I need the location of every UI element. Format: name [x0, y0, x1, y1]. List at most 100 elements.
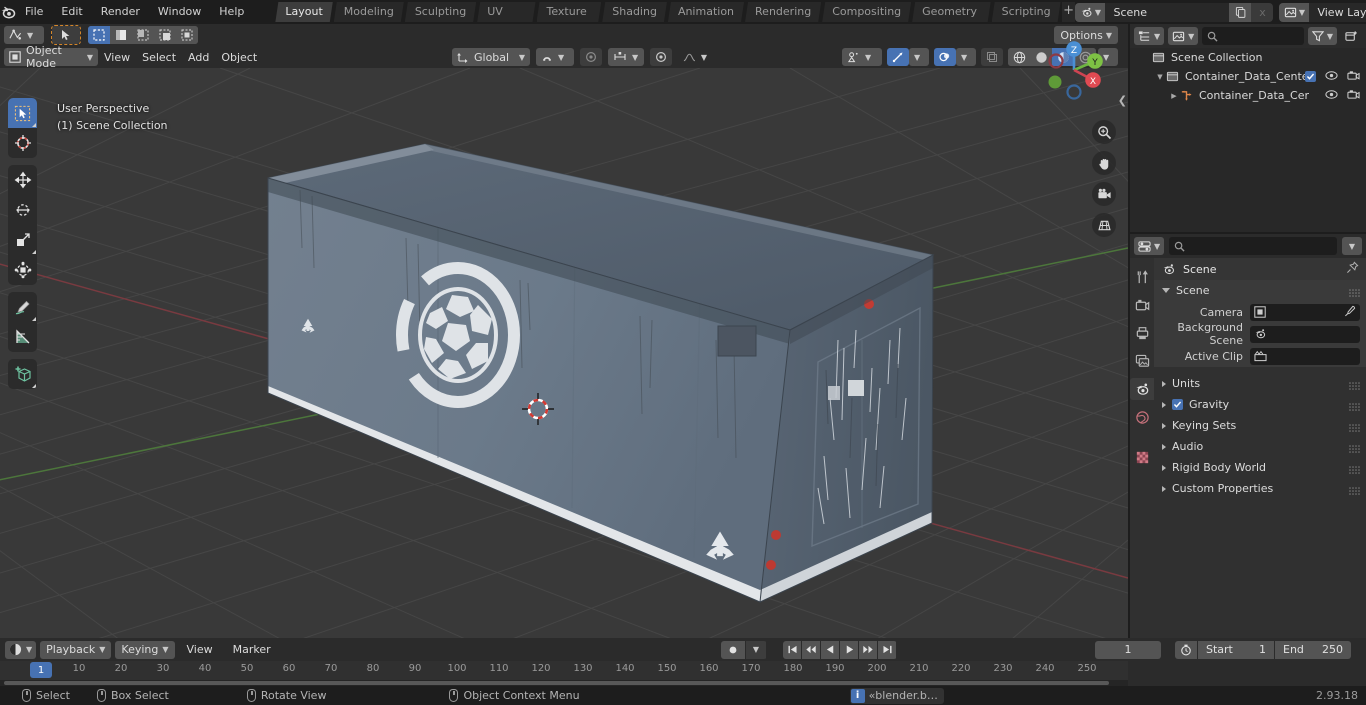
properties-editor[interactable]: ▼ ▼ Scene Scene Camera Background Scene …: [1130, 234, 1366, 638]
active-clip-field[interactable]: [1250, 347, 1360, 365]
timeline-ruler[interactable]: 10 20 30 40 50 60 70 80 90 100 110 120 1…: [0, 661, 1128, 680]
tool-expand-corner[interactable]: [32, 317, 36, 321]
properties-search-input[interactable]: [1169, 237, 1337, 255]
gizmo-options-dropdown[interactable]: ▼: [909, 48, 929, 66]
frame-end-field[interactable]: End 250: [1275, 640, 1351, 659]
eyedropper-icon[interactable]: [1344, 305, 1356, 320]
outliner-row-scene-collection[interactable]: Scene Collection: [1130, 48, 1366, 67]
viewport-3d[interactable]: ▼ Options ▼ Object Mode ▼ View Select Ad…: [0, 24, 1128, 638]
viewport-menu-select[interactable]: Select: [136, 48, 182, 66]
camera-icon[interactable]: [1347, 89, 1360, 103]
jump-to-end-button[interactable]: [878, 640, 896, 659]
properties-tab-texture[interactable]: [1130, 446, 1154, 468]
viewport-menu-object[interactable]: Object: [215, 48, 263, 66]
properties-tab-output[interactable]: [1130, 322, 1154, 344]
chevron-right-icon[interactable]: ▶: [1168, 92, 1180, 100]
panel-grip[interactable]: [1349, 287, 1360, 297]
navigation-gizmo[interactable]: Z Y X: [1036, 32, 1112, 108]
properties-editor-type-selector[interactable]: ▼: [1134, 237, 1165, 255]
panel-custom-properties-header[interactable]: Custom Properties: [1154, 478, 1366, 499]
overlay-options-dropdown[interactable]: ▼: [956, 48, 976, 66]
workspace-tab-uv-editing[interactable]: UV Editing: [477, 2, 535, 22]
viewport-menu-view[interactable]: View: [98, 48, 136, 66]
timeline-menu-keying[interactable]: Keying ▼: [115, 640, 175, 659]
scene-selector[interactable]: ▼ Scene x: [1075, 2, 1274, 22]
properties-tab-render[interactable]: [1130, 294, 1154, 316]
select-intersect-mode-button[interactable]: [176, 26, 198, 44]
scene-icon[interactable]: ▼: [1075, 2, 1106, 22]
proportional-falloff-toggle[interactable]: [650, 48, 672, 66]
menu-render[interactable]: Render: [92, 3, 149, 21]
tool-measure-button[interactable]: [8, 322, 37, 352]
menu-file[interactable]: File: [16, 3, 52, 21]
tool-move-button[interactable]: [8, 165, 37, 195]
workspace-tab-geometry-nodes[interactable]: Geometry Nodes: [912, 2, 991, 22]
use-preview-range-button[interactable]: [1175, 640, 1197, 659]
tool-expand-corner[interactable]: [32, 123, 36, 127]
properties-tab-scene[interactable]: [1130, 378, 1154, 400]
play-button[interactable]: [840, 640, 858, 659]
select-mode-group[interactable]: [88, 26, 198, 44]
properties-tab-view-layer[interactable]: [1130, 350, 1154, 372]
tool-scale-button[interactable]: [8, 225, 37, 255]
outliner-new-collection-button[interactable]: [1341, 27, 1362, 45]
panel-grip[interactable]: [1349, 464, 1360, 474]
timeline-playhead[interactable]: 1: [30, 662, 52, 678]
editor-type-selector[interactable]: ▼: [4, 26, 44, 44]
outliner-row-container-object[interactable]: ▶ Container_Data_Center_S: [1130, 86, 1366, 105]
gravity-checkbox[interactable]: [1172, 399, 1183, 410]
outliner-search-input[interactable]: [1202, 27, 1304, 45]
eye-icon[interactable]: [1325, 89, 1338, 103]
frame-start-field[interactable]: Start 1: [1198, 640, 1274, 659]
status-file-name[interactable]: i «blender.b…: [849, 687, 944, 704]
panel-scene-header[interactable]: Scene: [1154, 280, 1366, 301]
workspace-tab-compositing[interactable]: Compositing: [822, 2, 911, 22]
timeline-menu-view[interactable]: View: [179, 641, 221, 659]
menu-help[interactable]: Help: [210, 3, 253, 21]
workspace-tab-rendering[interactable]: Rendering: [745, 2, 821, 22]
unlink-scene-button[interactable]: x: [1251, 2, 1274, 22]
toggle-ortho-icon[interactable]: [1092, 213, 1116, 237]
pan-hand-icon[interactable]: [1092, 151, 1116, 175]
outliner-editor[interactable]: ▼ ▼ ▼ Scene Collection ▼ Container_Data_…: [1130, 24, 1366, 232]
panel-grip[interactable]: [1349, 485, 1360, 495]
tool-transform-button[interactable]: [8, 255, 37, 285]
add-workspace-button[interactable]: +: [1061, 2, 1076, 22]
timeline-menu-playback[interactable]: Playback ▼: [40, 640, 112, 659]
timeline-scrollbar-thumb[interactable]: [4, 681, 1109, 685]
eye-icon[interactable]: [1325, 70, 1338, 84]
view-layer-selector[interactable]: ▼ View Layer x: [1279, 2, 1366, 22]
jump-to-next-keyframe-button[interactable]: [859, 640, 877, 659]
menu-window[interactable]: Window: [149, 3, 210, 21]
workspace-tab-scripting[interactable]: Scripting: [992, 2, 1061, 22]
scene-name-field[interactable]: Scene: [1105, 2, 1230, 22]
jump-to-prev-keyframe-button[interactable]: [802, 640, 820, 659]
select-subtract-mode-button[interactable]: [132, 26, 154, 44]
pin-icon[interactable]: [1346, 261, 1359, 277]
toggle-xray-button[interactable]: [981, 48, 1003, 66]
snap-toggle[interactable]: ▼: [536, 48, 574, 66]
properties-tab-world[interactable]: [1130, 406, 1154, 428]
tool-cursor-button[interactable]: [8, 128, 37, 158]
tool-expand-corner[interactable]: [32, 250, 36, 254]
panel-grip[interactable]: [1349, 422, 1360, 432]
properties-tab-tool[interactable]: [1130, 266, 1154, 288]
background-scene-field[interactable]: [1250, 325, 1360, 343]
camera-field[interactable]: [1250, 303, 1360, 321]
viewport-scene[interactable]: [0, 68, 1128, 638]
workspace-tab-modeling[interactable]: Modeling: [334, 2, 404, 22]
current-frame-field[interactable]: 1: [1095, 640, 1161, 659]
panel-gravity-header[interactable]: Gravity: [1154, 394, 1366, 415]
tool-annotate-button[interactable]: [8, 292, 37, 322]
show-gizmo-toggle[interactable]: [887, 48, 909, 66]
viewport-menu-add[interactable]: Add: [182, 48, 215, 66]
panel-units-header[interactable]: Units: [1154, 373, 1366, 394]
camera-icon[interactable]: [1347, 70, 1360, 84]
panel-grip[interactable]: [1349, 380, 1360, 390]
auto-keying-toggle[interactable]: [721, 640, 745, 659]
panel-keying-sets-header[interactable]: Keying Sets: [1154, 415, 1366, 436]
jump-to-start-button[interactable]: [783, 640, 801, 659]
outliner-row-container-collection[interactable]: ▼ Container_Data_Center_Simp: [1130, 67, 1366, 86]
chevron-down-icon[interactable]: ▼: [1154, 73, 1166, 81]
tool-tweak-button[interactable]: [8, 98, 37, 128]
